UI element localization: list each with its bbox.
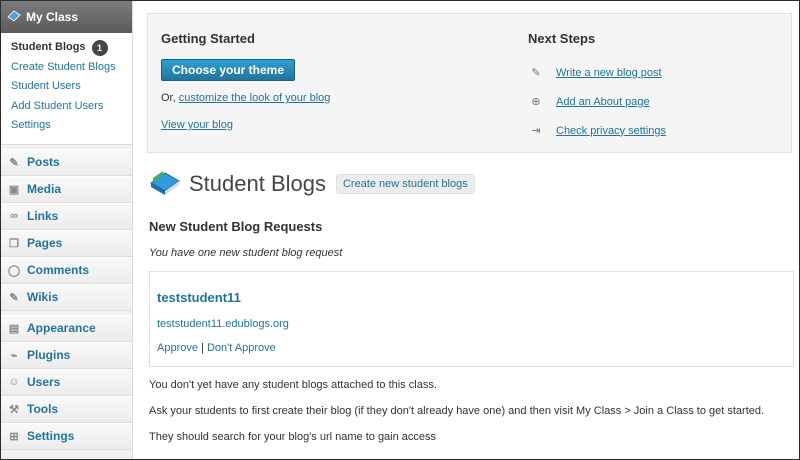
page-heading: Student Blogs Create new student blogs	[149, 167, 475, 201]
sidebar-item-label: Links	[27, 209, 59, 224]
sidebar-item-label: Plugins	[27, 348, 71, 363]
sidebar-myclass-header[interactable]: My Class	[1, 1, 132, 33]
myclass-icon	[7, 9, 21, 25]
sidebar-item-label: Media	[27, 182, 62, 197]
sidebar-item-plugins[interactable]: ⌁ Plugins	[1, 341, 132, 369]
main-content: Getting Started Choose your theme Or, cu…	[140, 1, 799, 459]
write-post-link[interactable]: Write a new blog post	[556, 67, 662, 79]
dont-approve-link[interactable]: Don't Approve	[207, 342, 276, 354]
request-actions: Approve | Don't Approve	[157, 342, 276, 354]
or-text: Or,	[161, 92, 176, 104]
sidebar-item-tools[interactable]: ⚒ Tools	[1, 395, 132, 423]
pin-icon: ✎	[9, 156, 19, 169]
myclass-submenu: Student Blogs 1 Create Student Blogs Stu…	[1, 33, 132, 145]
sidebar-item-links[interactable]: ∞ Links	[1, 202, 132, 230]
settings-icon: ⊞	[9, 430, 19, 443]
next-steps-title: Next Steps	[528, 31, 596, 46]
sidebar-item-users[interactable]: ☺ Users	[1, 368, 132, 396]
student-blogs-icon	[149, 169, 181, 200]
choose-theme-button[interactable]: Choose your theme	[161, 59, 296, 81]
sidebar-item-settings[interactable]: ⊞ Settings	[1, 422, 132, 450]
next-step-privacy[interactable]: ⇥ Check privacy settings	[528, 116, 788, 145]
sidebar-item-label: Wikis	[27, 290, 59, 305]
admin-sidebar: My Class Student Blogs 1 Create Student …	[1, 1, 133, 459]
request-blog-url[interactable]: teststudent11.edublogs.org	[157, 318, 289, 330]
no-blogs-text: You don't yet have any student blogs att…	[149, 379, 437, 391]
submenu-item-label: Student Blogs	[11, 41, 86, 53]
next-step-add-about[interactable]: ⊕ Add an About page	[528, 87, 788, 116]
pending-count-badge: 1	[91, 39, 108, 56]
next-step-write-post[interactable]: ✎ Write a new blog post	[528, 58, 788, 87]
instructions-text: Ask your students to first create their …	[149, 405, 765, 417]
next-steps-list: ✎ Write a new blog post ⊕ Add an About p…	[528, 58, 788, 145]
users-icon: ☺	[8, 376, 20, 389]
customize-line: Or, customize the look of your blog	[161, 92, 491, 104]
pin-icon: ✎	[531, 67, 541, 79]
requests-section-title: New Student Blog Requests	[149, 219, 323, 234]
getting-started-column: Getting Started Choose your theme Or, cu…	[161, 14, 491, 131]
create-student-blogs-button[interactable]: Create new student blogs	[335, 174, 475, 194]
sidebar-item-label: Tools	[27, 402, 59, 417]
customize-link[interactable]: customize the look of your blog	[179, 92, 331, 104]
submenu-item-create-student-blogs[interactable]: Create Student Blogs	[1, 58, 132, 78]
getting-started-title: Getting Started	[161, 31, 255, 46]
search-hint-text: They should search for your blog's url n…	[149, 431, 437, 443]
sidebar-item-appearance[interactable]: ▤ Appearance	[1, 314, 132, 342]
approve-link[interactable]: Approve	[157, 342, 198, 354]
appearance-icon: ▤	[8, 322, 20, 335]
sidebar-item-media[interactable]: ▣ Media	[1, 175, 132, 203]
action-separator: |	[201, 342, 204, 354]
sidebar-item-label: Pages	[27, 236, 63, 251]
sidebar-myclass-label: My Class	[26, 10, 79, 24]
sidebar-item-label: Settings	[27, 429, 75, 444]
sidebar-item-label: Appearance	[27, 321, 96, 336]
privacy-icon: ⇥	[531, 125, 541, 137]
tools-icon: ⚒	[9, 403, 19, 416]
pin-icon: ✎	[9, 291, 19, 304]
pages-icon: ❐	[9, 237, 19, 250]
media-icon: ▣	[8, 183, 20, 196]
add-page-icon: ⊕	[531, 96, 541, 108]
requests-intro-text: You have one new student blog request	[149, 247, 343, 259]
welcome-panel: Getting Started Choose your theme Or, cu…	[147, 13, 792, 153]
student-request-card: teststudent11 teststudent11.edublogs.org…	[149, 271, 794, 367]
sidebar-item-label: Comments	[27, 263, 90, 278]
sidebar-item-pages[interactable]: ❐ Pages	[1, 229, 132, 257]
add-about-link[interactable]: Add an About page	[556, 96, 650, 108]
sidebar-item-wikis[interactable]: ✎ Wikis	[1, 283, 132, 311]
page-title: Student Blogs	[189, 171, 326, 196]
next-steps-column: Next Steps ✎ Write a new blog post ⊕ Add…	[528, 14, 788, 145]
submenu-item-add-student-users[interactable]: Add Student Users	[1, 97, 132, 117]
comments-icon: ◯	[7, 264, 21, 277]
sidebar-item-posts[interactable]: ✎ Posts	[1, 148, 132, 176]
submenu-item-student-users[interactable]: Student Users	[1, 77, 132, 97]
submenu-item-student-blogs[interactable]: Student Blogs 1	[1, 38, 132, 58]
plug-icon: ⌁	[10, 349, 18, 362]
privacy-settings-link[interactable]: Check privacy settings	[556, 125, 666, 137]
sidebar-item-comments[interactable]: ◯ Comments	[1, 256, 132, 284]
sidebar-item-label: Posts	[27, 155, 60, 170]
view-blog-link[interactable]: View your blog	[161, 119, 491, 131]
sidebar-item-label: Users	[27, 375, 61, 390]
request-username[interactable]: teststudent11	[157, 290, 241, 305]
submenu-item-settings[interactable]: Settings	[1, 116, 132, 136]
link-icon: ∞	[10, 210, 18, 223]
